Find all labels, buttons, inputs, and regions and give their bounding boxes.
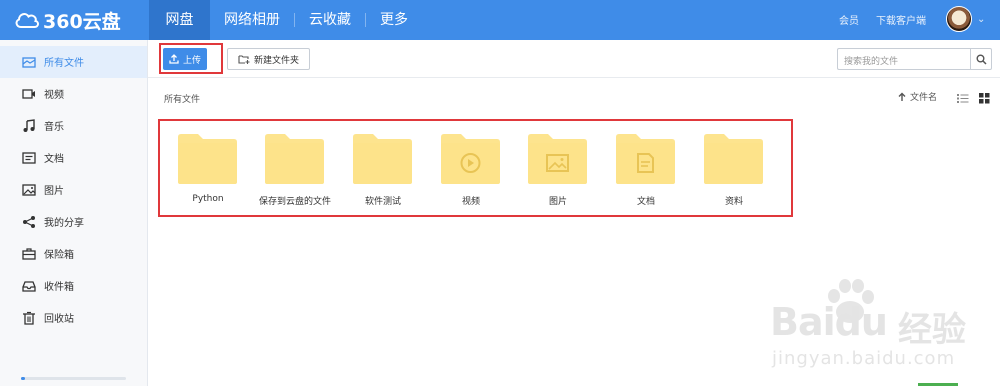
watermark-brand: Baidu [770,300,888,344]
sort-by-name[interactable]: 文件名 [898,90,937,103]
folder-image-icon [528,134,587,184]
trash-icon [23,311,35,325]
logo[interactable]: 360云盘 [14,8,121,33]
sidebar-item-inbox[interactable]: 收件箱 [0,270,147,302]
logo-text: 360云盘 [43,10,121,33]
safe-box-icon [22,248,36,260]
sidebar-item-label: 视频 [44,90,64,101]
sidebar-item-label: 文档 [44,154,64,165]
grid-view-toggle[interactable] [979,89,990,108]
music-icon [23,119,35,132]
upload-label: 上传 [182,55,201,66]
folder-icon [265,134,324,184]
nav-tab-netdisk[interactable]: 网盘 [149,0,210,40]
folder-item[interactable]: 资料 [704,134,784,214]
sidebar-item-label: 图片 [44,186,64,197]
paw-icon [828,279,874,323]
upload-icon [169,54,179,64]
watermark-brand-cn: 经验 [898,310,966,350]
folder-name: 视频 [461,197,480,207]
folder-document-icon [616,134,675,184]
storage-usage-bar [21,377,126,380]
toolbar: 上传 新建文件夹 [148,40,1000,78]
sidebar-item-safe-box[interactable]: 保险箱 [0,238,147,270]
folder-name: 软件测试 [364,197,401,207]
video-icon [22,89,35,99]
document-icon [22,152,36,164]
nav-tab-favorites[interactable]: 云收藏 [295,0,365,40]
new-folder-icon [238,55,250,64]
new-folder-label: 新建文件夹 [253,55,299,66]
sidebar-item-label: 音乐 [44,122,64,133]
cloud-icon [15,13,39,28]
sidebar-item-music[interactable]: 音乐 [0,110,147,142]
sidebar-item-label: 所有文件 [44,58,84,69]
folder-video-icon [441,134,500,184]
grid-view-icon [979,93,990,104]
storage-usage-fill [21,377,26,380]
sidebar-item-label: 回收站 [44,314,74,325]
folder-icon [178,134,237,184]
all-files-icon [22,57,36,68]
search-icon [976,54,987,65]
search-input[interactable] [838,52,970,72]
sidebar-item-label: 收件箱 [44,282,74,293]
sidebar-item-recycle-bin[interactable]: 回收站 [0,302,147,334]
upload-button[interactable]: 上传 [163,48,207,70]
folder-icon [704,134,763,184]
search-box [837,48,970,72]
watermark-url: jingyan.baidu.com [772,348,956,369]
sidebar-item-label: 保险箱 [44,250,74,261]
sidebar-item-label: 我的分享 [44,218,84,229]
new-folder-button[interactable]: 新建文件夹 [227,48,310,70]
sidebar-item-video[interactable]: 视频 [0,78,147,110]
search-button[interactable] [970,48,992,70]
main-nav: 网盘 网络相册 云收藏 更多 [149,0,422,40]
nav-tab-more[interactable]: 更多 [366,0,422,40]
folder-name: 文档 [636,197,655,207]
list-view-icon [957,94,969,103]
folder-name: 保存到云盘的文件 [258,197,331,207]
folder-name: 资料 [724,197,743,207]
download-client-link[interactable]: 下载客户端 [876,12,926,27]
breadcrumb[interactable]: 所有文件 [164,92,200,105]
sidebar-item-my-shares[interactable]: 我的分享 [0,206,147,238]
nav-tab-album[interactable]: 网络相册 [210,0,294,40]
chevron-down-icon[interactable]: ⌄ [977,14,985,25]
top-bar: 360云盘 网盘 网络相册 云收藏 更多 会员 下载客户端 ⌄ [0,0,1000,40]
sidebar-item-documents[interactable]: 文档 [0,142,147,174]
folder-name: 图片 [548,197,567,207]
list-view-toggle[interactable] [957,89,969,108]
share-icon [23,216,35,228]
baidu-watermark: Baidu 经验 jingyan.baidu.com [770,272,1000,382]
user-avatar[interactable] [946,6,972,32]
folder-icon [353,134,412,184]
member-link[interactable]: 会员 [839,12,859,27]
arrow-up-icon [898,92,906,101]
sidebar-item-all-files[interactable]: 所有文件 [0,46,147,78]
sidebar: 所有文件 视频 音乐 文档 图片 我的分享 保险箱 收件箱 回收站 [0,40,148,386]
image-icon [22,184,36,196]
folder-name: Python [192,194,224,204]
inbox-icon [22,281,36,292]
sidebar-item-images[interactable]: 图片 [0,174,147,206]
sort-label: 文件名 [910,93,938,103]
